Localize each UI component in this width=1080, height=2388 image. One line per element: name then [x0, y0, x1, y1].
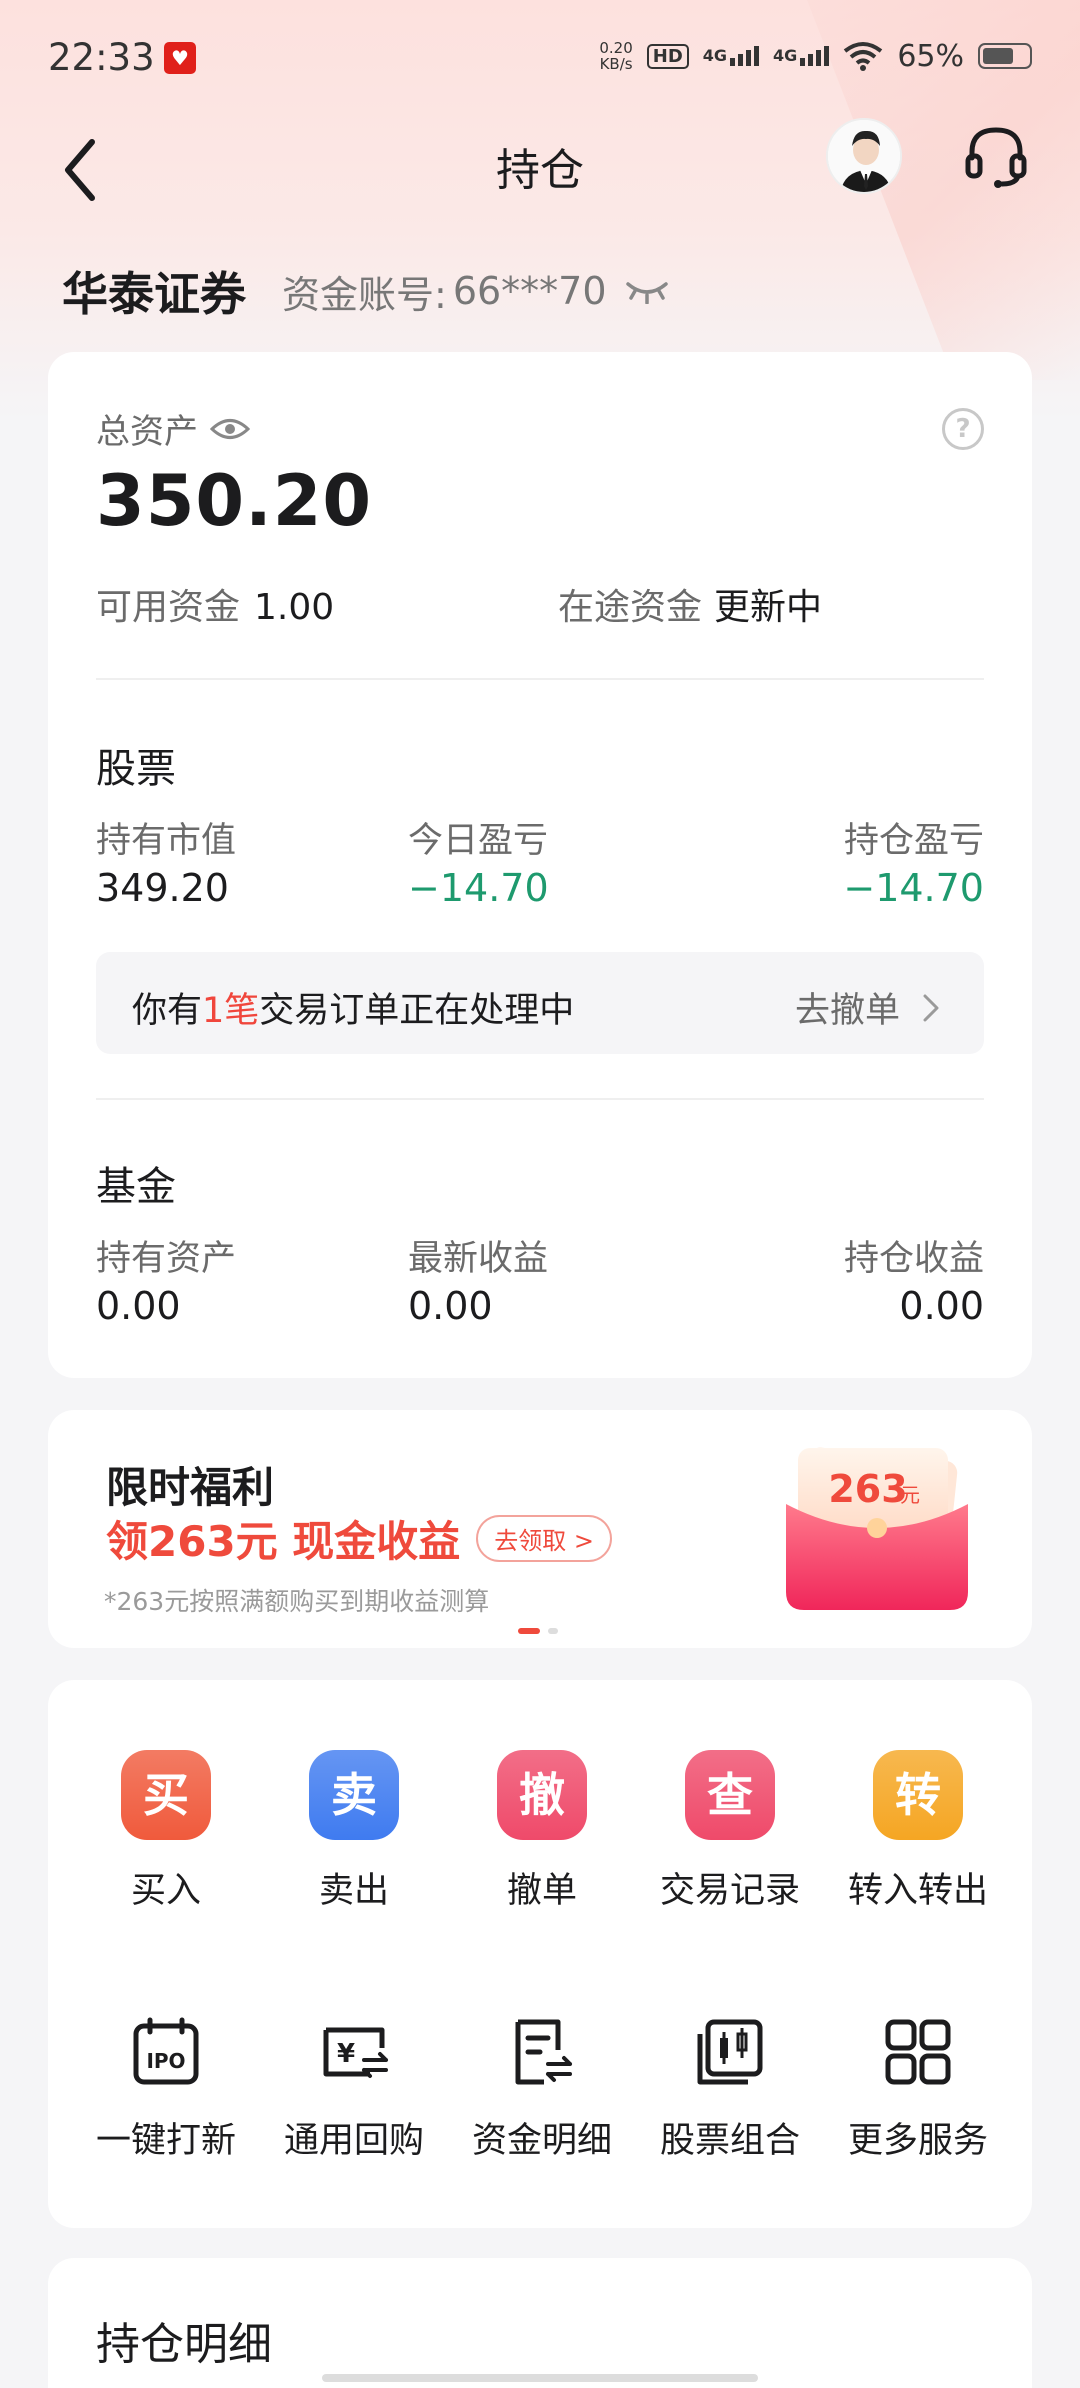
status-bar: 22:33 ♥ 0.20 KB/s HD 4G 4G 65%	[0, 0, 1080, 118]
page-title: 持仓	[496, 145, 584, 196]
buy-button[interactable]: 买 买入	[72, 1750, 260, 1913]
status-indicators: 0.20 KB/s HD 4G 4G 65%	[599, 34, 1032, 78]
stocks-section-title: 股票	[96, 746, 176, 792]
stock-portfolio-icon	[697, 2019, 763, 2085]
battery-percent: 65%	[897, 38, 964, 74]
stock-portfolio-button[interactable]: 股票组合	[636, 2014, 824, 2163]
promo-headline: 领263元 现金收益 去领取 >	[106, 1508, 613, 1569]
ipo-calendar-icon: IPO	[133, 2017, 199, 2085]
position-pl-label: 持仓盈亏	[843, 821, 984, 861]
grid-more-icon	[885, 2019, 951, 2085]
sell-icon: 卖	[309, 1750, 399, 1840]
cancel-orders-link[interactable]: 去撤单	[795, 982, 940, 1033]
total-assets-label: 总资产	[96, 404, 250, 453]
transfer-button[interactable]: 转 转入转出	[824, 1750, 1012, 1913]
cancel-order-button[interactable]: 撤 撤单	[448, 1750, 636, 1913]
today-pl-value: −14.70	[408, 866, 549, 910]
total-assets-value: 350.20	[96, 460, 373, 542]
available-funds: 可用资金 1.00	[96, 587, 335, 628]
red-envelope-icon: 263 元	[786, 1447, 968, 1610]
promo-note: *263元按照满额购买到期收益测算	[104, 1587, 490, 1616]
sell-button[interactable]: 卖 卖出	[260, 1750, 448, 1913]
account-number: 66***70	[452, 269, 607, 313]
funds-section-title: 基金	[96, 1164, 176, 1210]
fund-latest-label: 最新收益	[408, 1239, 549, 1279]
fund-position-value: 0.00	[899, 1284, 984, 1328]
holdings-card: 持仓明细	[48, 2258, 1032, 2388]
fund-detail-button[interactable]: 资金明细	[448, 2014, 636, 2163]
redpack-unit: 元	[900, 1483, 920, 1507]
battery-icon	[978, 43, 1032, 69]
redpack-amount: 263	[828, 1467, 907, 1511]
svg-text:IPO: IPO	[146, 2049, 185, 2073]
fund-latest-value: 0.00	[408, 1284, 493, 1328]
promo-banner[interactable]: 限时福利 领263元 现金收益 去领取 > *263元按照满额购买到期收益测算 …	[48, 1410, 1032, 1648]
wifi-icon	[844, 42, 883, 71]
cancel-order-icon: 撤	[497, 1750, 587, 1840]
quick-actions-card: 买 买入 卖 卖出 撤 撤单 查 交易记录 转 转入转出 IPO 一键打新 ¥ …	[48, 1680, 1032, 2228]
signal-icon: 4G	[703, 46, 760, 66]
account-label: 资金账号:	[282, 272, 447, 317]
market-value-label: 持有市值	[96, 821, 237, 861]
pending-orders-text: 你有1笔交易订单正在处理中	[132, 991, 575, 1031]
claim-button[interactable]: 去领取 >	[476, 1515, 613, 1562]
avatar[interactable]	[826, 118, 902, 194]
fund-holding-label: 持有资产	[96, 1239, 237, 1279]
home-indicator[interactable]	[322, 2374, 758, 2382]
broker-name: 华泰证券	[62, 267, 246, 321]
app-notification-icon: ♥	[164, 42, 196, 74]
buy-icon: 买	[121, 1750, 211, 1840]
position-pl-value: −14.70	[843, 866, 984, 910]
pending-orders-banner[interactable]: 你有1笔交易订单正在处理中 去撤单	[96, 952, 984, 1054]
status-time: 22:33	[48, 36, 155, 79]
top-nav: 持仓	[0, 118, 1080, 238]
assets-card: 总资产 ? 350.20 可用资金 1.00 在途资金 更新中 股票 持有市值 今日…	[48, 352, 1032, 1378]
holdings-title: 持仓明细	[96, 2319, 272, 2370]
divider	[96, 678, 984, 680]
help-icon[interactable]: ?	[942, 408, 984, 450]
chevron-right-icon	[923, 994, 939, 1021]
svg-text:¥: ¥	[337, 2039, 355, 2069]
fund-position-label: 持仓收益	[843, 1239, 984, 1279]
repo-yen-icon: ¥	[323, 2027, 388, 2078]
net-speed: 0.20 KB/s	[599, 39, 633, 73]
repo-button[interactable]: ¥ 通用回购	[260, 2014, 448, 2163]
more-services-button[interactable]: 更多服务	[824, 2014, 1012, 2163]
eye-closed-icon[interactable]	[625, 278, 669, 304]
today-pl-label: 今日盈亏	[408, 821, 549, 861]
carousel-dots	[518, 1628, 558, 1634]
fund-holding-value: 0.00	[96, 1284, 181, 1328]
promo-title: 限时福利	[106, 1463, 275, 1512]
hd-voice-icon: HD	[646, 43, 689, 69]
in-transit-funds: 在途资金 更新中	[558, 587, 823, 628]
query-icon: 查	[685, 1750, 775, 1840]
fund-detail-icon	[515, 2019, 572, 2085]
signal-icon: 4G	[773, 46, 830, 66]
carousel-dot-active	[518, 1628, 540, 1634]
carousel-dot	[548, 1628, 558, 1634]
trade-history-button[interactable]: 查 交易记录	[636, 1750, 824, 1913]
divider	[96, 1098, 984, 1100]
transfer-icon: 转	[873, 1750, 963, 1840]
market-value: 349.20	[96, 866, 229, 910]
ipo-subscribe-button[interactable]: IPO 一键打新	[72, 2014, 260, 2163]
eye-icon[interactable]	[210, 416, 250, 442]
headset-icon[interactable]	[958, 118, 1034, 194]
broker-row: 华泰证券 资金账号: 66***70	[62, 258, 669, 324]
